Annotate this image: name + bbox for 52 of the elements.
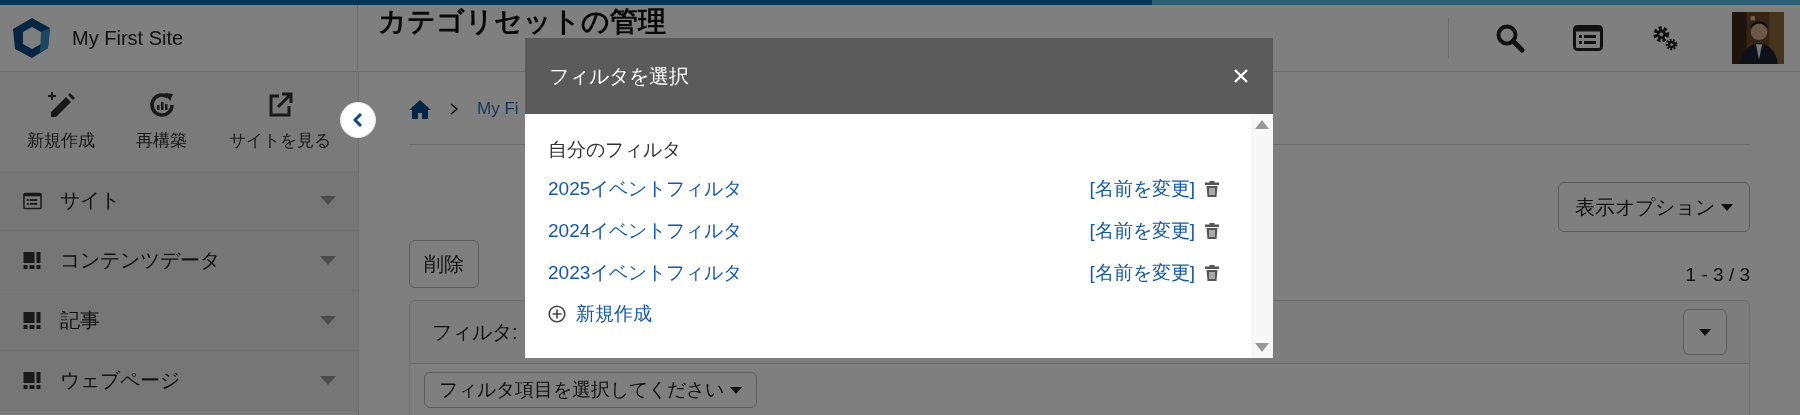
plus-circle-icon (548, 305, 566, 323)
separator-icon (449, 102, 459, 115)
filter-item-select[interactable]: フィルタ項目を選択してください (424, 372, 757, 408)
home-icon[interactable] (409, 98, 431, 119)
scroll-down-icon[interactable] (1255, 343, 1269, 352)
trash-icon[interactable] (1205, 181, 1219, 197)
dropdown-button[interactable] (1683, 309, 1727, 355)
sidebar-item[interactable]: 記事 (0, 291, 358, 351)
page-title: カテゴリセットの管理 (378, 6, 666, 37)
rename-link[interactable]: [名前を変更] (1089, 260, 1195, 286)
sidebar-item[interactable]: ウェブページ (0, 351, 358, 411)
breadcrumb-link[interactable]: My Fi (477, 98, 519, 119)
caret-icon (1721, 203, 1733, 211)
blocks-icon (23, 311, 42, 330)
sidebar-action[interactable]: 新規作成 (26, 91, 95, 152)
section-heading: 自分のフィルタ (548, 138, 682, 162)
refresh-chart-icon (148, 91, 176, 119)
rename-link[interactable]: [名前を変更] (1089, 218, 1195, 244)
list-window-icon (23, 191, 42, 210)
sidebar-action[interactable]: サイトを見る (229, 91, 332, 152)
scroll-up-icon[interactable] (1255, 120, 1269, 129)
settings-icon[interactable] (1651, 24, 1679, 52)
sidebar-action[interactable]: 再構築 (136, 91, 188, 152)
caret-icon (320, 256, 336, 265)
sidebar-item[interactable]: サイト (0, 171, 358, 231)
chevron-left-icon (353, 113, 363, 127)
trash-icon[interactable] (1205, 265, 1219, 281)
new-filter-link[interactable]: 新規作成 (548, 294, 652, 334)
close-icon[interactable] (1234, 69, 1248, 83)
filter-link[interactable]: 2025イベントフィルタ (548, 176, 1090, 202)
site-name[interactable]: My First Site (72, 26, 184, 50)
pencil-plus-icon (46, 91, 75, 119)
caret-icon (730, 386, 742, 394)
caret-icon (320, 316, 336, 325)
caret-icon (320, 376, 336, 385)
filter-label: フィルタ: (432, 319, 518, 345)
collapse-button[interactable] (340, 102, 376, 138)
delete-button[interactable]: 削除 (409, 240, 479, 288)
blocks-icon (23, 251, 42, 270)
filter-link[interactable]: 2023イベントフィルタ (548, 260, 1090, 286)
list-window-icon[interactable] (1573, 23, 1603, 53)
dialog-title: フィルタを選択 (549, 63, 689, 89)
trash-icon[interactable] (1205, 223, 1219, 239)
filter-link[interactable]: 2024イベントフィルタ (548, 218, 1090, 244)
display-options-button[interactable]: 表示オプション (1558, 182, 1750, 232)
caret-icon (1699, 328, 1711, 336)
result-count: 1 - 3 / 3 (1685, 264, 1750, 286)
search-icon[interactable] (1495, 23, 1525, 53)
sidebar-item[interactable]: コンテンツデータ (0, 231, 358, 291)
rename-link[interactable]: [名前を変更] (1089, 176, 1195, 202)
caret-icon (320, 196, 336, 205)
blocks-icon (23, 371, 42, 390)
